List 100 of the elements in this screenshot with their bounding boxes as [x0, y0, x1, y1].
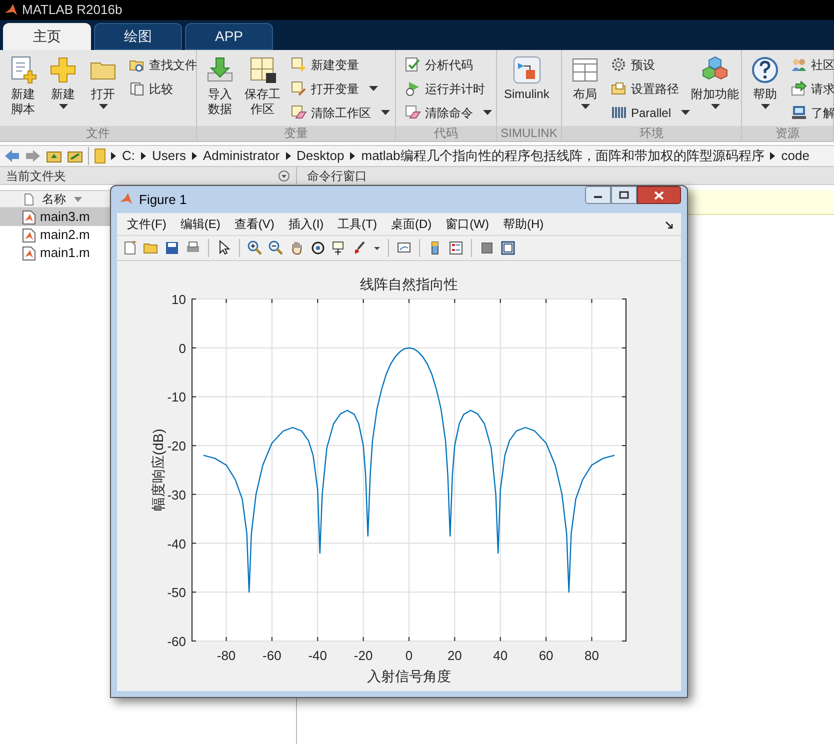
y-tick-label: -20 — [167, 438, 186, 454]
compare-icon — [129, 80, 145, 96]
show-tools-icon[interactable] — [500, 240, 516, 256]
button-label: 预设 — [631, 56, 655, 74]
y-tick-label: -50 — [167, 585, 186, 600]
y-tick-label: -60 — [167, 634, 186, 649]
eraser-icon — [405, 104, 421, 120]
tab[interactable]: 绘图 — [94, 23, 182, 50]
panel-title: 命令行窗口 — [307, 168, 367, 184]
group-label: 文件 — [0, 126, 196, 141]
gear-icon — [611, 56, 627, 72]
new-file-icon[interactable] — [122, 240, 138, 256]
ribbon-button[interactable]: 帮助 — [747, 55, 783, 109]
ribbon-button[interactable]: Simulink — [502, 55, 552, 102]
button-label: 清除命令 — [425, 104, 473, 122]
button-label: 分析代码 — [425, 56, 473, 74]
x-tick-label: 40 — [493, 648, 508, 663]
menu-item[interactable]: 桌面(D) — [390, 214, 432, 233]
file-row[interactable]: main3.m — [0, 208, 110, 226]
path-segment[interactable]: Administrator — [202, 146, 280, 166]
request-arrow-icon — [791, 80, 807, 96]
menu-item[interactable]: 查看(V) — [234, 214, 274, 233]
analyze-code-icon — [405, 56, 421, 72]
maximize-icon — [619, 191, 629, 199]
button-label: 清除工作区 — [311, 104, 371, 122]
ribbon-button[interactable]: 打开变量 — [291, 79, 390, 98]
script-file-icon — [22, 228, 36, 242]
button-label: 布局 — [573, 87, 597, 102]
file-name: main3.m — [40, 208, 90, 226]
ribbon-button[interactable]: 打开 — [85, 55, 121, 109]
parallel-bars-icon — [611, 104, 627, 120]
path-segment[interactable]: Desktop — [296, 146, 344, 166]
save-workspace-icon — [248, 55, 278, 85]
path-segment[interactable]: Users — [152, 146, 186, 166]
y-axis-label: 幅度响应(dB) — [150, 428, 166, 512]
panel-title: 当前文件夹 — [6, 168, 66, 184]
button-label: 比较 — [149, 80, 173, 98]
menu-item[interactable]: 帮助(H) — [502, 214, 544, 233]
folder-icon — [94, 148, 106, 164]
rotate-icon[interactable] — [310, 240, 326, 256]
y-tick-label: -40 — [167, 536, 186, 552]
minimize-button[interactable] — [585, 186, 611, 204]
browse-folder-icon[interactable] — [67, 149, 83, 163]
tab[interactable]: 主页 — [3, 23, 91, 50]
tab[interactable]: APP — [185, 23, 273, 50]
file-row[interactable]: main1.m — [0, 244, 110, 262]
ribbon-button[interactable]: 设置路径 — [611, 79, 690, 98]
script-file-icon — [22, 210, 36, 224]
app-title: MATLAB R2016b — [22, 1, 122, 20]
file-row[interactable]: main2.m — [0, 226, 110, 244]
separator-arrow-icon — [286, 152, 291, 160]
folder-path-icon — [611, 80, 627, 96]
path-segment[interactable]: matlab编程几个指向性的程序包括线阵，面阵和带加权的阵型源码程序 — [361, 146, 764, 166]
y-tick-label: 0 — [178, 340, 186, 356]
button-label: 保存工作区 — [244, 87, 282, 117]
button-label: 查找文件 — [149, 56, 197, 74]
button-label: 新建脚本 — [10, 87, 36, 117]
separator-arrow-icon — [192, 152, 197, 160]
dropdown-circle-icon[interactable] — [278, 170, 290, 182]
back-arrow-icon[interactable] — [4, 149, 20, 163]
zoom-out-icon[interactable] — [268, 240, 284, 256]
ribbon-button[interactable]: 布局 — [567, 55, 603, 109]
ribbon-button[interactable]: 查找文件 — [129, 55, 197, 74]
maximize-button[interactable] — [611, 186, 637, 204]
window-title: Figure 1 — [139, 190, 187, 209]
ribbon-button[interactable]: 比较 — [129, 79, 197, 98]
menu-item[interactable]: 编辑(E) — [180, 214, 220, 233]
menu-item[interactable]: 插入(I) — [288, 214, 324, 233]
zoom-in-icon[interactable] — [247, 240, 263, 256]
ribbon-button[interactable]: 新建 — [45, 55, 81, 109]
ribbon-button[interactable]: Parallel — [611, 103, 690, 122]
ribbon-button[interactable]: 清除工作区 — [291, 103, 390, 122]
close-button[interactable] — [637, 186, 681, 204]
x-tick-label: -60 — [262, 648, 282, 663]
menu-item[interactable]: 文件(F) — [127, 214, 166, 233]
legend-icon[interactable] — [448, 240, 464, 256]
path-segment[interactable]: code — [781, 146, 810, 166]
forward-arrow-icon[interactable] — [25, 149, 41, 163]
ribbon-button[interactable]: 预设 — [611, 55, 690, 74]
dock-arrow-icon[interactable] — [665, 220, 673, 229]
ribbon-button[interactable]: 分析代码 — [405, 55, 492, 74]
group-label: 资源 — [742, 126, 833, 141]
ribbon-button[interactable]: 清除命令 — [405, 103, 492, 122]
ribbon-button[interactable]: 保存工作区 — [242, 55, 283, 117]
up-folder-icon[interactable] — [46, 149, 62, 163]
hide-tools-icon[interactable] — [479, 240, 495, 256]
ribbon-button[interactable]: 导入数据 — [202, 55, 238, 117]
ribbon-button[interactable]: 新建脚本 — [5, 55, 41, 117]
save-icon[interactable] — [164, 240, 180, 256]
menu-item[interactable]: 工具(T) — [338, 214, 377, 233]
button-label: 打开变量 — [311, 80, 359, 98]
menu-item[interactable]: 窗口(W) — [446, 214, 489, 233]
path-segment[interactable]: C: — [122, 146, 135, 166]
ribbon-button[interactable]: 新建变量 — [291, 55, 390, 74]
people-icon — [791, 56, 807, 72]
x-axis-label: 入射信号角度 — [367, 668, 451, 684]
open-variable-icon — [291, 80, 307, 96]
ribbon-button[interactable]: 运行并计时 — [405, 79, 492, 98]
separator-arrow-icon — [350, 152, 356, 160]
column-header[interactable]: 名称 — [0, 190, 110, 208]
